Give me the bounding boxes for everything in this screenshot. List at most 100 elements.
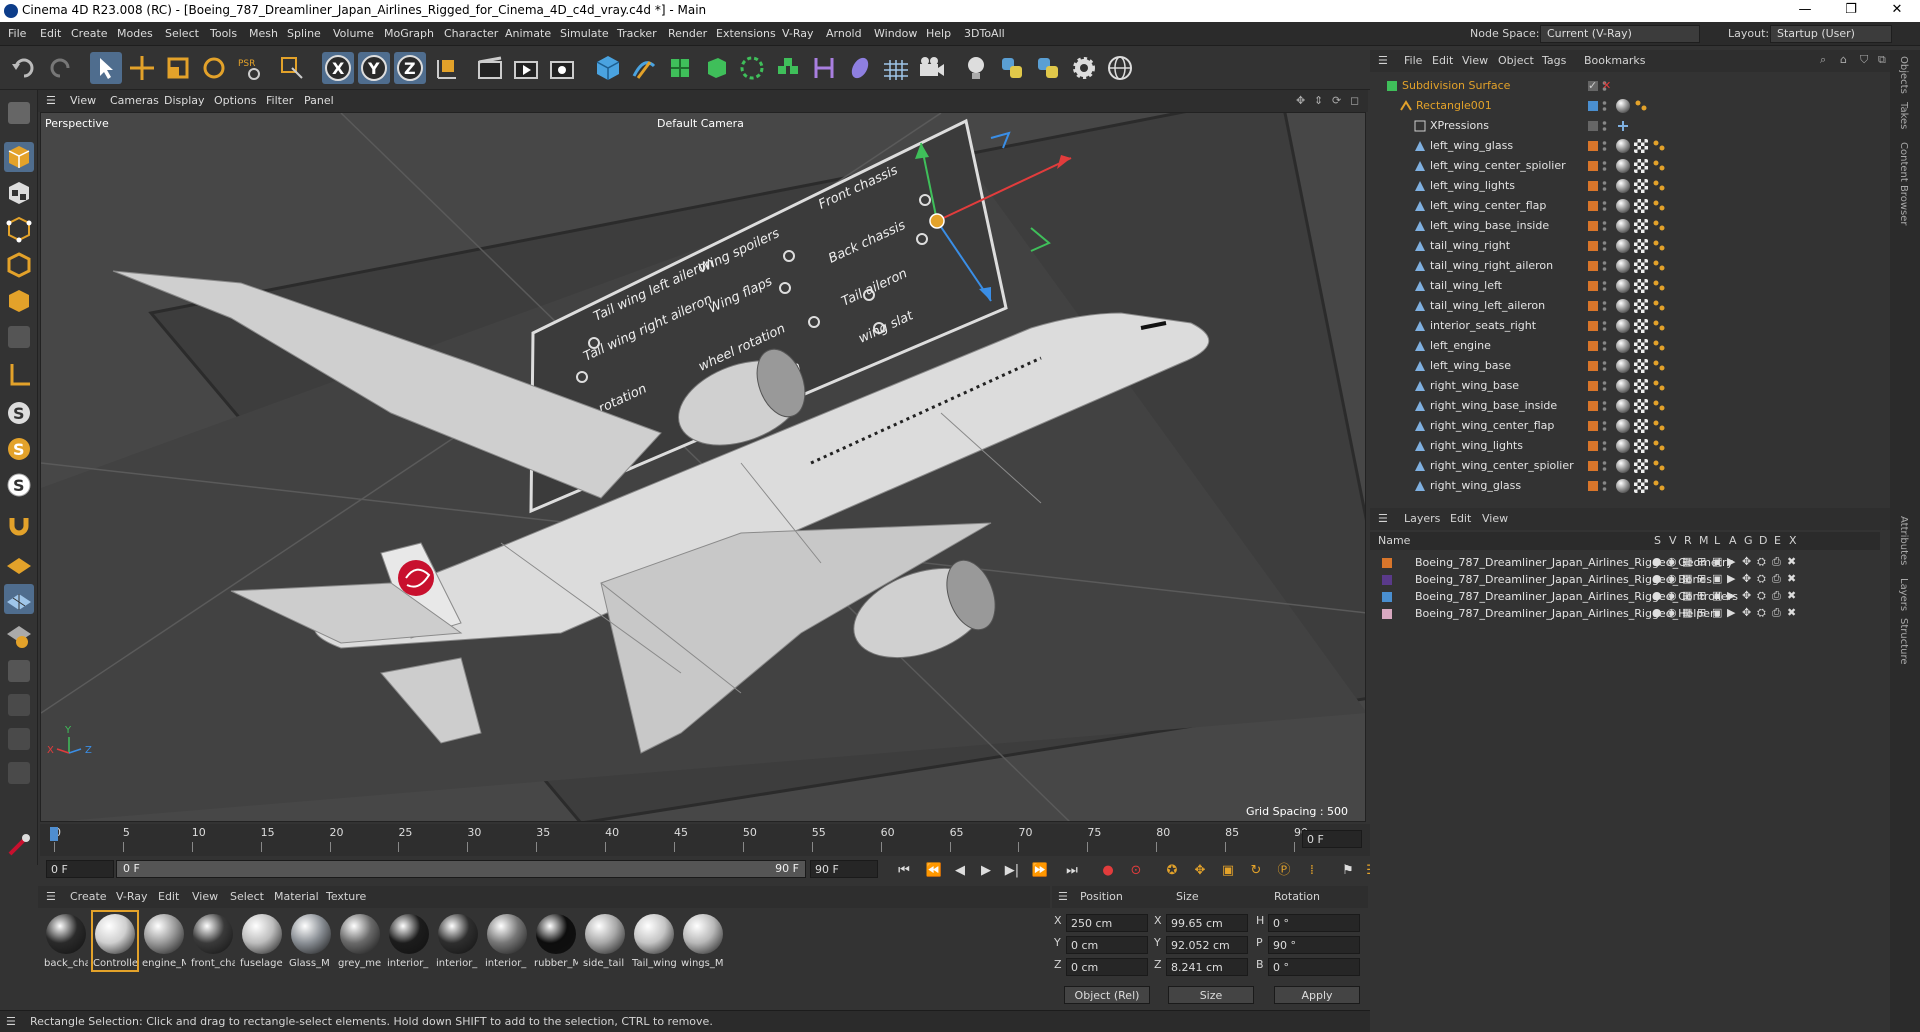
layer-menu-view[interactable]: View bbox=[1482, 512, 1508, 525]
visibility-dots-icon[interactable] bbox=[1602, 419, 1607, 433]
layer-anim-toggle-icon[interactable]: ▶ bbox=[1727, 606, 1735, 619]
layer-column-m[interactable]: M bbox=[1699, 534, 1709, 547]
texture-tag-icon[interactable] bbox=[1634, 179, 1648, 193]
texture-tag-icon[interactable] bbox=[1634, 279, 1648, 293]
object-layer-color[interactable] bbox=[1588, 241, 1598, 251]
layer-row[interactable]: Boeing_787_Dreamliner_Japan_Airlines_Rig… bbox=[1370, 588, 1880, 605]
layer-eye-toggle-icon[interactable]: ◉ bbox=[1667, 606, 1677, 619]
viewport-menu-options[interactable]: Options bbox=[214, 94, 256, 107]
layer-render-toggle-icon[interactable]: ▦ bbox=[1682, 555, 1692, 568]
texture-tag-icon[interactable] bbox=[1634, 319, 1648, 333]
layer-hamburger-icon[interactable]: ☰ bbox=[1378, 512, 1388, 525]
visibility-dots-icon[interactable] bbox=[1602, 299, 1607, 313]
layer-manager-toggle-icon[interactable]: ⊞ bbox=[1697, 589, 1706, 602]
end-frame-field[interactable]: 90 F bbox=[810, 860, 878, 878]
material-tag-icon[interactable] bbox=[1616, 259, 1630, 273]
points-mode-button[interactable] bbox=[4, 214, 34, 244]
object-layer-color[interactable] bbox=[1588, 301, 1598, 311]
visibility-dots-icon[interactable] bbox=[1602, 359, 1607, 373]
object-layer-color[interactable] bbox=[1588, 161, 1598, 171]
camera-button[interactable] bbox=[916, 52, 948, 84]
visibility-dots-icon[interactable] bbox=[1602, 399, 1607, 413]
material-swatch[interactable]: front_cha bbox=[191, 912, 235, 970]
material-swatch[interactable]: Tail_wing bbox=[632, 912, 676, 970]
selection-tag-icon[interactable] bbox=[1652, 219, 1666, 233]
material-swatch[interactable]: back_cha bbox=[44, 912, 88, 970]
material-menu-edit[interactable]: Edit bbox=[158, 890, 179, 903]
visibility-dots-icon[interactable] bbox=[1602, 439, 1607, 453]
side-tab-content-browser[interactable]: Content Browser bbox=[1898, 142, 1909, 225]
menu-edit[interactable]: Edit bbox=[40, 27, 61, 40]
layer-gen-toggle-icon[interactable]: ✥ bbox=[1742, 555, 1751, 568]
material-tag-icon[interactable] bbox=[1616, 99, 1630, 113]
rotate-button[interactable] bbox=[198, 52, 230, 84]
layer-dot-toggle-icon[interactable]: ● bbox=[1652, 555, 1662, 568]
material-menu-material[interactable]: Material bbox=[274, 890, 319, 903]
layer-render-toggle-icon[interactable]: ▦ bbox=[1682, 589, 1692, 602]
object-row[interactable]: right_wing_base_inside bbox=[1370, 396, 1880, 416]
object-layer-color[interactable] bbox=[1588, 261, 1598, 271]
material-tag-icon[interactable] bbox=[1616, 219, 1630, 233]
material-menu-view[interactable]: View bbox=[192, 890, 218, 903]
current-frame-field[interactable]: 0 F bbox=[1302, 830, 1362, 848]
key-param-button[interactable]: Ⓟ bbox=[1272, 860, 1296, 882]
cube-button[interactable] bbox=[592, 52, 624, 84]
size-field[interactable]: 99.65 cm bbox=[1166, 914, 1248, 932]
live-selection-button[interactable] bbox=[90, 52, 122, 84]
y-axis-lock-button[interactable]: Y bbox=[358, 52, 390, 84]
material-tag-icon[interactable] bbox=[1616, 199, 1630, 213]
selection-tag-icon[interactable] bbox=[1652, 199, 1666, 213]
paint-button[interactable] bbox=[4, 690, 34, 720]
object-layer-color[interactable] bbox=[1588, 181, 1598, 191]
object-row[interactable]: right_wing_center_flap bbox=[1370, 416, 1880, 436]
selection-tag-icon[interactable] bbox=[1652, 299, 1666, 313]
object-row[interactable]: interior_seats_right bbox=[1370, 316, 1880, 336]
texture-tag-icon[interactable] bbox=[1634, 359, 1648, 373]
object-hamburger-icon[interactable]: ☰ bbox=[1378, 54, 1388, 67]
texture-mode-button[interactable] bbox=[4, 178, 34, 208]
selection-filter-button[interactable] bbox=[276, 52, 308, 84]
light-button[interactable] bbox=[960, 52, 992, 84]
timeline-ruler[interactable]: 051015202530354045505560657075808590 0 F bbox=[40, 824, 1370, 856]
layer-expr-toggle-icon[interactable]: ⎙ bbox=[1772, 572, 1781, 586]
smooth-brush-button[interactable] bbox=[4, 830, 34, 860]
autokeying-button[interactable]: ⊙ bbox=[1124, 860, 1148, 882]
layer-manager-toggle-icon[interactable]: ⊞ bbox=[1697, 572, 1706, 585]
make-editable-button[interactable] bbox=[4, 98, 34, 128]
side-tab-layers[interactable]: Layers bbox=[1898, 578, 1909, 611]
visibility-dots-icon[interactable] bbox=[1602, 339, 1607, 353]
next-frame-button[interactable]: ▶| bbox=[1000, 860, 1024, 882]
object-row[interactable]: tail_wing_left_aileron bbox=[1370, 296, 1880, 316]
texture-tag-icon[interactable] bbox=[1634, 239, 1648, 253]
layer-row[interactable]: Boeing_787_Dreamliner_Japan_Airlines_Rig… bbox=[1370, 554, 1880, 571]
minimize-button[interactable]: — bbox=[1782, 0, 1828, 22]
menu-help[interactable]: Help bbox=[926, 27, 951, 40]
side-tab-takes[interactable]: Takes bbox=[1898, 102, 1909, 129]
python-plugin-button[interactable] bbox=[1032, 52, 1064, 84]
object-row[interactable]: left_wing_base_inside bbox=[1370, 216, 1880, 236]
previous-frame-button[interactable]: ◀ bbox=[948, 860, 972, 882]
texture-tag-icon[interactable] bbox=[1634, 139, 1648, 153]
material-swatch[interactable]: engine_M bbox=[142, 912, 186, 970]
layer-column-g[interactable]: G bbox=[1744, 534, 1753, 547]
size-field[interactable]: 8.241 cm bbox=[1166, 958, 1248, 976]
viewport-maximize-icon[interactable]: ◻ bbox=[1350, 94, 1359, 107]
layer-lock-toggle-icon[interactable]: ▣ bbox=[1712, 589, 1722, 602]
layer-lock-toggle-icon[interactable]: ▣ bbox=[1712, 555, 1722, 568]
layer-anim-toggle-icon[interactable]: ▶ bbox=[1727, 589, 1735, 602]
material-swatch[interactable]: interior_ bbox=[436, 912, 480, 970]
selection-tag-icon[interactable] bbox=[1652, 439, 1666, 453]
texture-tag-icon[interactable] bbox=[1634, 259, 1648, 273]
side-tab-structure[interactable]: Structure bbox=[1898, 618, 1909, 665]
material-swatch[interactable]: rubber_M bbox=[534, 912, 578, 970]
object-layer-color[interactable] bbox=[1588, 121, 1598, 131]
texture-tag-icon[interactable] bbox=[1634, 199, 1648, 213]
material-menu-texture[interactable]: Texture bbox=[326, 890, 366, 903]
rotation-field[interactable]: 0 ° bbox=[1268, 914, 1360, 932]
material-tag-icon[interactable] bbox=[1616, 139, 1630, 153]
menu-vray[interactable]: V-Ray bbox=[782, 27, 814, 40]
menu-window[interactable]: Window bbox=[874, 27, 917, 40]
undo-button[interactable] bbox=[8, 52, 40, 84]
tweak-mode-button[interactable] bbox=[4, 510, 34, 540]
close-button[interactable]: ✕ bbox=[1874, 0, 1920, 22]
